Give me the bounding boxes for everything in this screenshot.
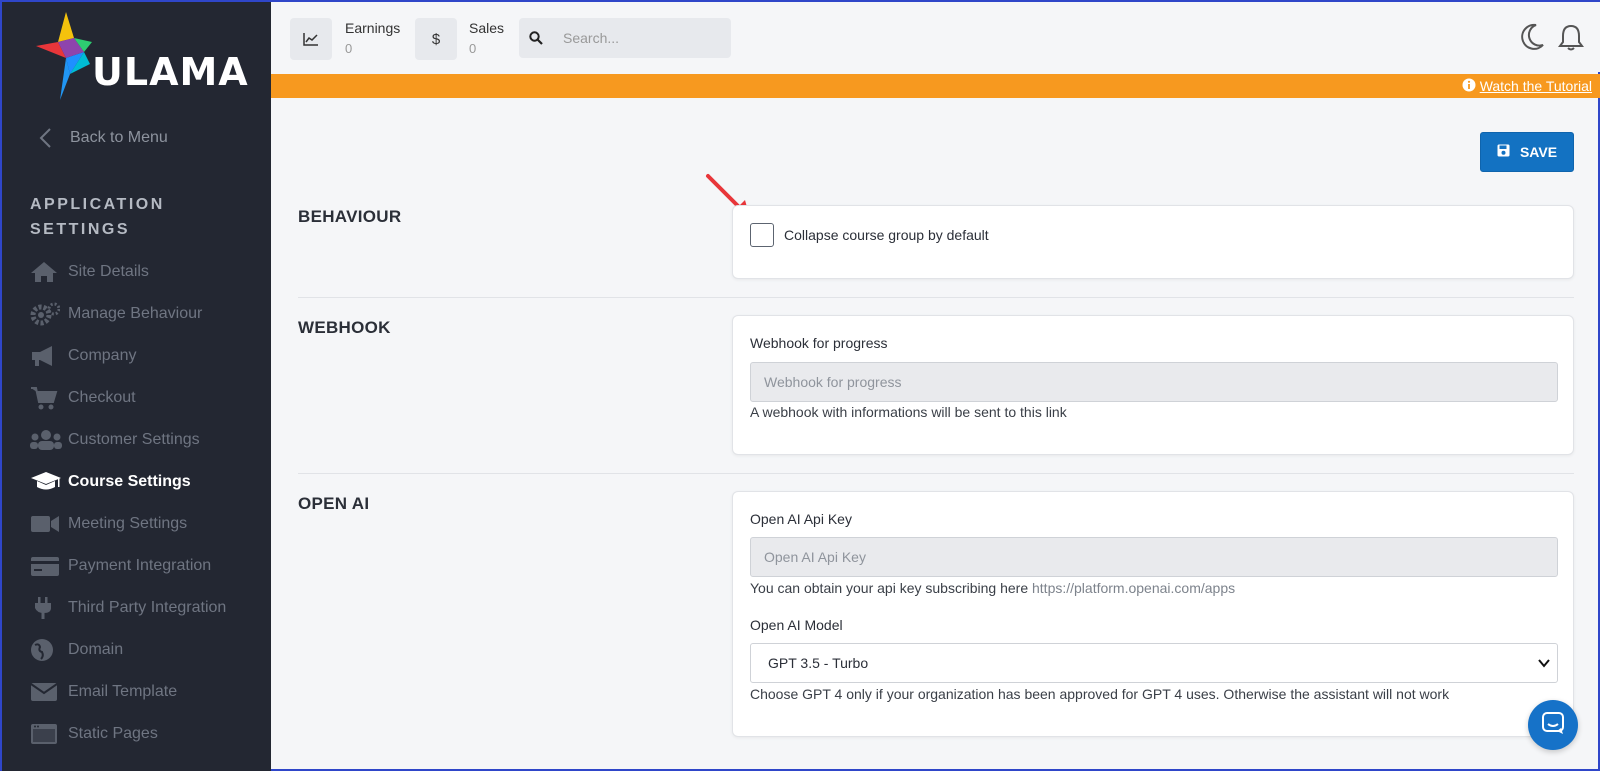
plug-icon — [30, 596, 68, 620]
chevron-down-icon — [1537, 656, 1551, 673]
earnings-chart-icon — [290, 18, 332, 60]
chevron-left-icon — [30, 127, 70, 149]
sidebar-item-label: Third Party Integration — [68, 599, 227, 616]
brand-logo[interactable]: ULAMA — [36, 12, 249, 104]
sidebar-item-payment-integration[interactable]: Payment Integration — [30, 545, 226, 587]
save-button-label: SAVE — [1519, 144, 1558, 160]
back-to-menu-link[interactable]: Back to Menu — [30, 123, 168, 153]
sidebar-item-customer-settings[interactable]: Customer Settings — [30, 419, 226, 461]
webhook-help-text: A webhook with informations will be sent… — [750, 404, 1067, 420]
envelope-icon — [30, 681, 68, 703]
openai-key-help: You can obtain your api key subscribing … — [750, 580, 1235, 596]
sidebar-item-checkout[interactable]: Checkout — [30, 377, 226, 419]
earnings-label: Earnings — [345, 20, 401, 36]
cart-icon — [30, 386, 68, 410]
sidebar-item-meeting-settings[interactable]: Meeting Settings — [30, 503, 226, 545]
sidebar-item-label: Company — [68, 347, 137, 364]
sidebar-section-title: APPLICATION SETTINGS — [30, 196, 165, 238]
sidebar-item-company[interactable]: Company — [30, 335, 226, 377]
sidebar-item-site-details[interactable]: Site Details — [30, 251, 226, 293]
openai-model-help: Choose GPT 4 only if your organization h… — [750, 686, 1450, 702]
openai-model-select[interactable]: GPT 3.5 - Turbo — [750, 643, 1558, 683]
openai-section-title: OPEN AI — [298, 494, 370, 513]
collapse-course-group-checkbox[interactable] — [750, 223, 774, 247]
sidebar-nav: Site Details Manage Behaviour Company Ch… — [30, 251, 226, 755]
support-chat-button[interactable] — [1528, 700, 1578, 750]
webhook-section-title: WEBHOOK — [298, 318, 391, 337]
gears-icon — [30, 302, 68, 326]
openai-key-label: Open AI Api Key — [750, 511, 852, 527]
sidebar-item-manage-behaviour[interactable]: Manage Behaviour — [30, 293, 226, 335]
brand-name: ULAMA — [92, 50, 249, 94]
dollar-icon: $ — [415, 18, 457, 60]
section-divider — [298, 473, 1574, 474]
tutorial-banner: Watch the Tutorial — [271, 74, 1600, 98]
openai-card: Open AI Api Key You can obtain your api … — [732, 491, 1574, 737]
sidebar-item-third-party-integration[interactable]: Third Party Integration — [30, 587, 226, 629]
sidebar-item-label: Static Pages — [68, 725, 158, 742]
dark-mode-moon-icon[interactable] — [1519, 23, 1545, 56]
behaviour-section-title: BEHAVIOUR — [298, 207, 402, 226]
sidebar-item-static-pages[interactable]: Static Pages — [30, 713, 226, 755]
megaphone-icon — [30, 345, 68, 367]
openai-model-value: GPT 3.5 - Turbo — [768, 655, 869, 671]
sidebar-item-label: Payment Integration — [68, 557, 212, 574]
globe-icon — [30, 638, 68, 662]
watch-tutorial-link[interactable]: Watch the Tutorial — [1462, 78, 1592, 95]
collapse-course-group-label: Collapse course group by default — [784, 227, 989, 243]
bird-logo-icon — [36, 12, 92, 100]
openai-apps-link[interactable]: https://platform.openai.com/apps — [1032, 580, 1235, 596]
credit-card-icon — [30, 555, 68, 577]
webhook-field-label: Webhook for progress — [750, 335, 888, 351]
sidebar: ULAMA Back to Menu APPLICATION SETTINGS … — [2, 2, 271, 771]
sidebar-item-course-settings[interactable]: Course Settings — [30, 461, 226, 503]
webhook-input[interactable] — [750, 362, 1558, 402]
floppy-disk-icon — [1497, 144, 1510, 160]
notification-bell-icon[interactable] — [1558, 23, 1584, 56]
sidebar-item-domain[interactable]: Domain — [30, 629, 226, 671]
openai-key-help-text: You can obtain your api key subscribing … — [750, 580, 1029, 596]
openai-model-label: Open AI Model — [750, 617, 843, 633]
watch-tutorial-label: Watch the Tutorial — [1479, 78, 1592, 94]
sidebar-item-label: Meeting Settings — [68, 515, 188, 532]
top-bar: Earnings 0 $ Sales 0 — [271, 2, 1600, 72]
section-divider — [298, 297, 1574, 298]
sidebar-item-label: Email Template — [68, 683, 178, 700]
graduation-cap-icon — [30, 471, 68, 493]
sidebar-item-label: Customer Settings — [68, 431, 200, 448]
sidebar-item-label: Course Settings — [68, 473, 191, 490]
sidebar-item-label: Domain — [68, 641, 124, 658]
sidebar-item-label: Site Details — [68, 263, 149, 280]
back-to-menu-label: Back to Menu — [70, 129, 168, 146]
video-icon — [30, 513, 68, 535]
window-icon — [30, 723, 68, 745]
sales-label: Sales — [469, 20, 505, 36]
search-box[interactable] — [519, 18, 731, 58]
behaviour-card: Collapse course group by default — [732, 205, 1574, 279]
users-icon — [30, 429, 68, 451]
info-circle-icon — [1462, 78, 1476, 95]
chat-icon — [1541, 711, 1565, 740]
webhook-card: Webhook for progress A webhook with info… — [732, 315, 1574, 455]
search-input[interactable] — [563, 30, 723, 46]
home-icon — [30, 261, 68, 283]
earnings-value: 0 — [345, 41, 353, 56]
sidebar-item-email-template[interactable]: Email Template — [30, 671, 226, 713]
sidebar-item-label: Manage Behaviour — [68, 305, 203, 322]
openai-key-input[interactable] — [750, 537, 1558, 577]
sidebar-item-label: Checkout — [68, 389, 136, 406]
search-icon — [519, 31, 553, 45]
save-button[interactable]: SAVE — [1480, 132, 1574, 172]
sales-value: 0 — [469, 41, 477, 56]
